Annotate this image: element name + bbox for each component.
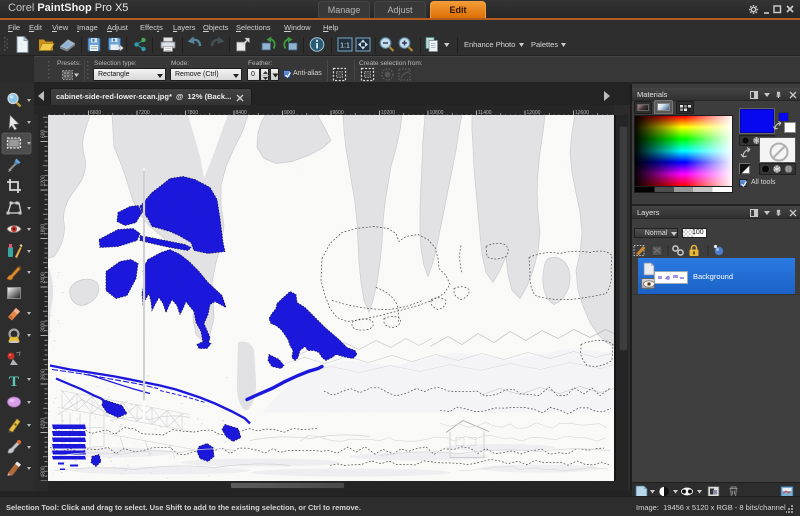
svg-text:T: T [9, 374, 19, 390]
svg-text:1200: 1200 [41, 175, 47, 186]
svg-text:1:1: 1:1 [340, 43, 350, 50]
svg-text:3600: 3600 [41, 369, 47, 380]
svg-text:3000: 3000 [41, 320, 47, 331]
svg-text:2400: 2400 [41, 272, 47, 283]
svg-text:1800: 1800 [41, 223, 47, 234]
svg-text:4800: 4800 [41, 466, 47, 477]
svg-text:4200: 4200 [41, 417, 47, 428]
